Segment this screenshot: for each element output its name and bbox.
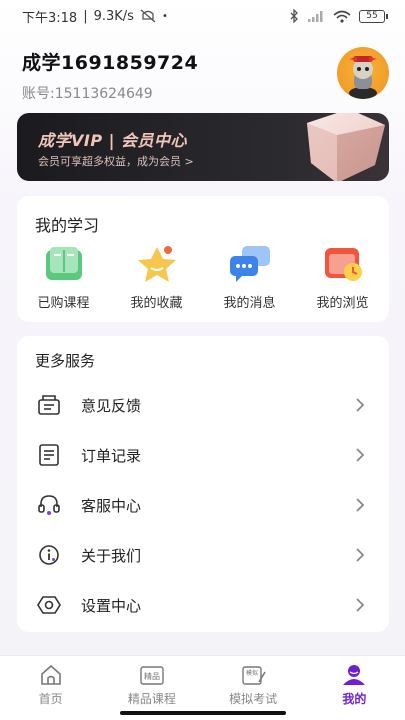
- service-row-about[interactable]: 关于我们: [17, 530, 389, 580]
- user-name: 成学1691859724: [22, 52, 199, 74]
- study-item-label: 已购课程: [37, 296, 90, 311]
- courses-icon: 精品: [140, 666, 164, 685]
- profile-header[interactable]: 成学1691859724 账号:15113624649: [22, 48, 198, 103]
- service-row-orders[interactable]: 订单记录: [17, 430, 389, 480]
- courses-icon-text: 精品: [144, 671, 160, 681]
- vip-title: 成学VIP | 会员中心: [38, 131, 188, 150]
- headset-icon: [37, 493, 61, 517]
- history-icon: [324, 248, 362, 281]
- tab-home[interactable]: 首页: [0, 656, 101, 720]
- chevron-right-icon: [356, 448, 365, 462]
- study-item-label: 我的消息: [223, 296, 276, 311]
- service-label: 订单记录: [81, 446, 142, 465]
- profile-icon: [343, 665, 366, 685]
- services-title: 更多服务: [35, 352, 96, 370]
- services-card: 更多服务 意见反馈 订单记录 客服中心 关于我们 设置中心: [17, 336, 389, 632]
- service-label: 意见反馈: [81, 396, 142, 415]
- home-indicator: [120, 711, 286, 715]
- vip-banner[interactable]: 成学VIP | 会员中心 会员可享超多权益，成为会员 >: [17, 113, 389, 181]
- service-label: 客服中心: [81, 496, 142, 515]
- battery-level: 55: [366, 10, 378, 21]
- service-label: 关于我们: [81, 546, 142, 565]
- battery-icon: 55: [359, 9, 388, 23]
- info-icon: [37, 543, 61, 567]
- book-icon: [45, 247, 82, 280]
- home-icon: [40, 664, 61, 685]
- service-row-settings[interactable]: 设置中心: [17, 580, 389, 630]
- study-item-favorites[interactable]: 我的收藏: [110, 244, 203, 311]
- tab-label: 首页: [38, 692, 63, 706]
- order-icon: [37, 443, 61, 467]
- signal-icon: [308, 11, 323, 22]
- feedback-icon: [37, 393, 61, 417]
- message-icon: [229, 246, 270, 282]
- avatar[interactable]: [337, 47, 389, 99]
- status-speed: 9.3K/s: [93, 8, 134, 24]
- wifi-icon: [333, 10, 351, 23]
- tab-label: 精品课程: [127, 692, 176, 706]
- service-row-support[interactable]: 客服中心: [17, 480, 389, 530]
- chevron-right-icon: [356, 598, 365, 612]
- study-item-history[interactable]: 我的浏览: [296, 244, 389, 311]
- study-item-purchased[interactable]: 已购课程: [17, 244, 110, 311]
- chevron-right-icon: [356, 548, 365, 562]
- avatar-image: [349, 56, 377, 99]
- mute-icon: [140, 9, 156, 23]
- study-item-label: 我的浏览: [316, 296, 369, 311]
- status-bar: 下午3:18 | 9.3K/s • 55: [0, 0, 405, 32]
- exam-icon: 模拟: [242, 666, 266, 685]
- bluetooth-icon: [290, 9, 298, 23]
- exam-icon-text: 模拟: [246, 669, 258, 677]
- tab-profile[interactable]: 我的: [304, 656, 405, 720]
- study-title: 我的学习: [35, 216, 100, 235]
- study-card: 我的学习 已购课程 我的收藏 我的消息 我的浏览: [17, 196, 389, 322]
- chevron-right-icon: [356, 398, 365, 412]
- tab-label: 模拟考试: [229, 692, 278, 706]
- service-row-feedback[interactable]: 意见反馈: [17, 380, 389, 430]
- status-time: 下午3:18: [22, 10, 78, 26]
- tab-label: 我的: [342, 692, 367, 706]
- status-divider: |: [83, 8, 88, 24]
- user-account: 账号:15113624649: [22, 86, 153, 102]
- star-icon: [137, 246, 176, 282]
- study-items: 已购课程 我的收藏 我的消息 我的浏览: [17, 244, 389, 311]
- services-list: 意见反馈 订单记录 客服中心 关于我们 设置中心: [17, 380, 389, 630]
- chevron-right-icon: [356, 498, 365, 512]
- study-item-messages[interactable]: 我的消息: [203, 244, 296, 311]
- status-dot-icon: •: [161, 10, 168, 22]
- vip-subtitle: 会员可享超多权益，成为会员 >: [38, 155, 194, 168]
- study-item-label: 我的收藏: [130, 296, 183, 311]
- service-label: 设置中心: [81, 596, 142, 615]
- settings-icon: [37, 593, 61, 617]
- diamond-icon: [307, 113, 385, 181]
